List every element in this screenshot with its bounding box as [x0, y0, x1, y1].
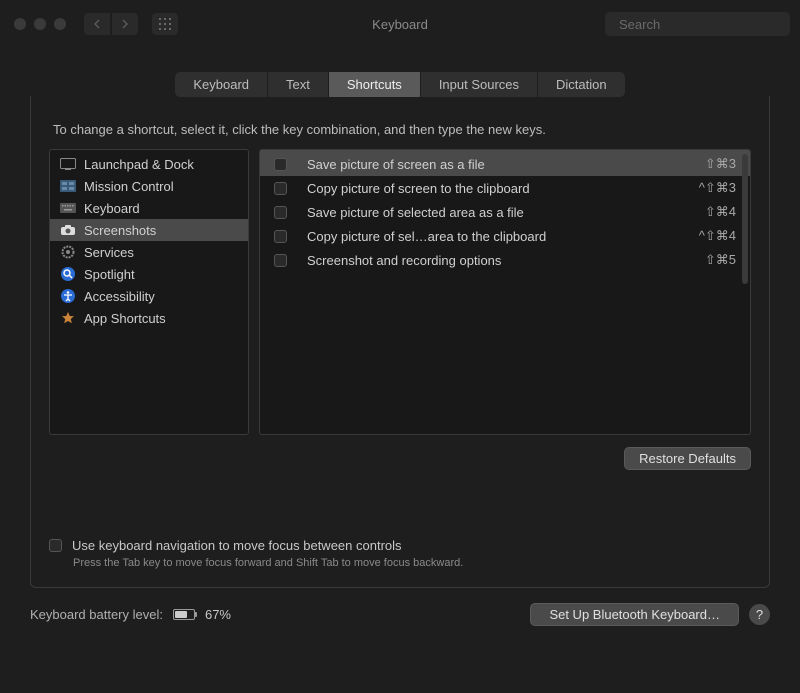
category-label: Accessibility [84, 289, 155, 304]
mission-icon [60, 178, 76, 194]
forward-button[interactable] [112, 13, 138, 35]
camera-icon [60, 222, 76, 238]
shortcut-row[interactable]: Save picture of screen as a file ⇧⌘3 [260, 150, 750, 176]
shortcut-checkbox[interactable] [274, 206, 287, 219]
category-keyboard[interactable]: Keyboard [50, 197, 248, 219]
shortcut-row[interactable]: Copy picture of sel…area to the clipboar… [260, 224, 750, 248]
category-label: Keyboard [84, 201, 140, 216]
grid-icon [159, 18, 171, 30]
shortcut-keys: ⇧⌘4 [705, 204, 736, 220]
shortcut-row[interactable]: Screenshot and recording options ⇧⌘5 [260, 248, 750, 272]
chevron-right-icon [121, 19, 129, 29]
help-button[interactable]: ? [749, 604, 770, 625]
kb-nav-checkbox[interactable] [49, 539, 62, 552]
category-label: Spotlight [84, 267, 135, 282]
show-all-prefs-button[interactable] [152, 13, 178, 35]
category-launchpad-dock[interactable]: Launchpad & Dock [50, 150, 248, 175]
shortcut-checkbox[interactable] [274, 230, 287, 243]
battery-label: Keyboard battery level: [30, 607, 163, 622]
shortcut-keys: ^⇧⌘4 [699, 228, 736, 244]
kb-nav-hint: Press the Tab key to move focus forward … [73, 557, 751, 569]
window-controls [14, 18, 66, 30]
tab-bar: KeyboardTextShortcutsInput SourcesDictat… [0, 72, 800, 97]
tab-shortcuts[interactable]: Shortcuts [329, 72, 421, 97]
close-window-button[interactable] [14, 18, 26, 30]
bluetooth-keyboard-button[interactable]: Set Up Bluetooth Keyboard… [530, 603, 739, 626]
back-button[interactable] [84, 13, 110, 35]
shortcut-checkbox[interactable] [274, 158, 287, 171]
instruction-text: To change a shortcut, select it, click t… [53, 122, 747, 137]
shortcut-keys: ^⇧⌘3 [699, 180, 736, 196]
search-input[interactable] [619, 17, 795, 32]
shortcut-keys: ⇧⌘3 [705, 156, 736, 172]
category-label: Mission Control [84, 179, 174, 194]
shortcuts-panel: To change a shortcut, select it, click t… [30, 96, 770, 588]
spotlight-icon [60, 266, 76, 282]
gear-icon [60, 244, 76, 260]
access-icon [60, 288, 76, 304]
appshort-icon [60, 310, 76, 326]
shortcut-label: Save picture of screen as a file [299, 157, 693, 172]
category-screenshots[interactable]: Screenshots [50, 219, 248, 241]
shortcut-label: Copy picture of screen to the clipboard [299, 181, 687, 196]
category-spotlight[interactable]: Spotlight [50, 263, 248, 285]
restore-defaults-button[interactable]: Restore Defaults [624, 447, 751, 470]
category-label: Launchpad & Dock [84, 157, 194, 172]
category-label: Services [84, 245, 134, 260]
category-accessibility[interactable]: Accessibility [50, 285, 248, 307]
category-label: App Shortcuts [84, 311, 166, 326]
tab-input-sources[interactable]: Input Sources [421, 72, 538, 97]
shortcut-checkbox[interactable] [274, 182, 287, 195]
category-app-shortcuts[interactable]: App Shortcuts [50, 307, 248, 329]
shortcut-list[interactable]: Save picture of screen as a file ⇧⌘3 Copy … [259, 149, 751, 435]
shortcut-label: Screenshot and recording options [299, 253, 693, 268]
shortcut-label: Save picture of selected area as a file [299, 205, 693, 220]
keyboard-icon [60, 200, 76, 216]
category-label: Screenshots [84, 223, 156, 238]
scrollbar-thumb[interactable] [742, 154, 748, 284]
shortcut-row[interactable]: Copy picture of screen to the clipboard ^… [260, 176, 750, 200]
battery-percent: 67% [205, 607, 231, 622]
tab-dictation[interactable]: Dictation [538, 72, 625, 97]
chevron-left-icon [93, 19, 101, 29]
category-mission-control[interactable]: Mission Control [50, 175, 248, 197]
nav-buttons [84, 13, 138, 35]
minimize-window-button[interactable] [34, 18, 46, 30]
shortcut-checkbox[interactable] [274, 254, 287, 267]
titlebar: Keyboard [0, 0, 800, 48]
launchpad-icon [60, 156, 76, 172]
shortcut-row[interactable]: Save picture of selected area as a file ⇧… [260, 200, 750, 224]
battery-icon [173, 609, 195, 620]
kb-nav-label: Use keyboard navigation to move focus be… [72, 538, 402, 553]
category-list[interactable]: Launchpad & Dock Mission Control Keyboard S… [49, 149, 249, 435]
tab-text[interactable]: Text [268, 72, 329, 97]
shortcut-keys: ⇧⌘5 [705, 252, 736, 268]
shortcut-label: Copy picture of sel…area to the clipboar… [299, 229, 687, 244]
zoom-window-button[interactable] [54, 18, 66, 30]
tab-keyboard[interactable]: Keyboard [175, 72, 268, 97]
category-services[interactable]: Services [50, 241, 248, 263]
search-field[interactable] [605, 12, 790, 36]
footer: Keyboard battery level: 67% Set Up Bluet… [0, 589, 800, 626]
